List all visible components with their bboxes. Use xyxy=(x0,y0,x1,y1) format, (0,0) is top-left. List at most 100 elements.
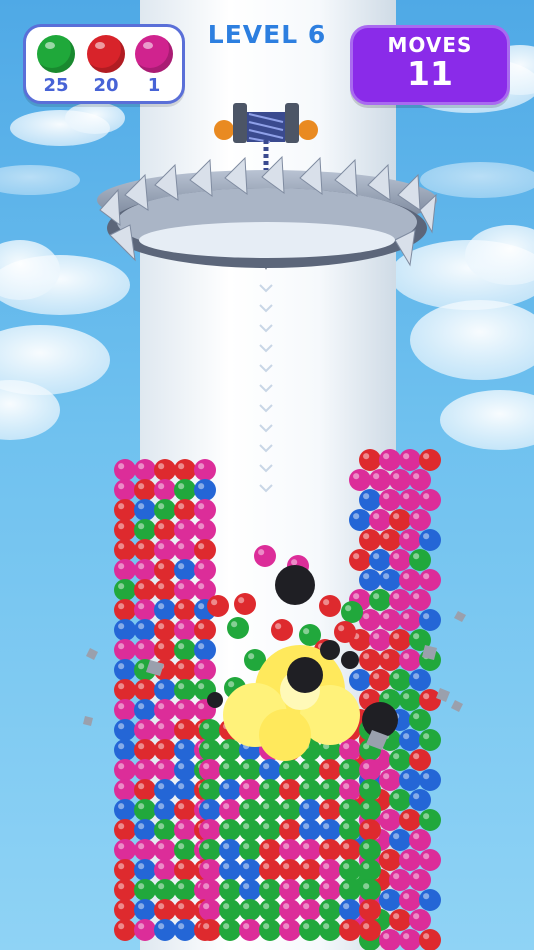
ball-highlight xyxy=(263,883,270,890)
ball-highlight xyxy=(138,923,145,930)
ball xyxy=(279,879,301,901)
ball xyxy=(279,859,301,881)
ball xyxy=(359,449,381,471)
ball xyxy=(154,679,176,701)
ball xyxy=(409,749,431,771)
ball-highlight xyxy=(343,923,350,930)
ball-highlight xyxy=(158,743,165,750)
ball-highlight xyxy=(138,583,145,590)
goal-red-count: 20 xyxy=(93,75,119,96)
ball-highlight xyxy=(323,823,330,830)
ball-highlight xyxy=(243,763,250,770)
ball xyxy=(114,559,136,581)
ball xyxy=(154,579,176,601)
ball-highlight xyxy=(383,933,390,940)
ball-highlight xyxy=(363,823,370,830)
ball xyxy=(419,889,441,911)
ball xyxy=(409,469,431,491)
ball-highlight xyxy=(353,553,360,560)
ball-highlight xyxy=(343,843,350,850)
ball xyxy=(299,819,321,841)
ball-highlight xyxy=(393,633,400,640)
ball xyxy=(239,799,261,821)
ball xyxy=(369,669,391,691)
ball xyxy=(134,579,156,601)
ball-highlight xyxy=(118,503,125,510)
ball-highlight xyxy=(228,681,235,688)
ball xyxy=(154,699,176,721)
game-scene[interactable] xyxy=(0,0,534,950)
ball xyxy=(154,619,176,641)
ball xyxy=(174,899,196,921)
ball xyxy=(279,819,301,841)
ball-highlight xyxy=(423,693,430,700)
ball xyxy=(419,529,441,551)
ball xyxy=(409,509,431,531)
ball xyxy=(174,719,196,741)
ball xyxy=(379,849,401,871)
ball-highlight xyxy=(158,503,165,510)
green-ball-icon xyxy=(37,35,75,73)
ball-highlight xyxy=(413,753,420,760)
ball-highlight xyxy=(263,803,270,810)
ball-highlight xyxy=(393,833,400,840)
ball-highlight xyxy=(243,863,250,870)
ball xyxy=(419,449,441,471)
ball xyxy=(379,449,401,471)
ball-highlight xyxy=(198,463,205,470)
ball-highlight xyxy=(223,783,230,790)
ball xyxy=(174,739,196,761)
ball-highlight xyxy=(303,803,310,810)
moves-counter: MOVES 11 xyxy=(350,25,510,105)
ball-highlight xyxy=(303,628,310,635)
ball xyxy=(379,769,401,791)
ball-highlight xyxy=(393,753,400,760)
ball-highlight xyxy=(158,483,165,490)
ball xyxy=(154,519,176,541)
ball xyxy=(219,819,241,841)
ball xyxy=(419,489,441,511)
ball xyxy=(219,839,241,861)
ball xyxy=(359,919,381,941)
ball-highlight xyxy=(403,773,410,780)
ball-highlight xyxy=(118,903,125,910)
ball xyxy=(369,549,391,571)
ball xyxy=(409,789,431,811)
ball-highlight xyxy=(248,653,255,660)
ball xyxy=(154,459,176,481)
ball xyxy=(174,839,196,861)
ball-highlight xyxy=(403,533,410,540)
ball xyxy=(114,899,136,921)
ball xyxy=(114,699,136,721)
ball xyxy=(174,539,196,561)
ball-highlight xyxy=(353,513,360,520)
ball xyxy=(174,479,196,501)
ball xyxy=(279,799,301,821)
ball-highlight xyxy=(118,703,125,710)
ball xyxy=(339,759,361,781)
ball xyxy=(134,519,156,541)
ball xyxy=(419,609,441,631)
ball-highlight xyxy=(138,683,145,690)
ball xyxy=(349,669,371,691)
ball-highlight xyxy=(423,813,430,820)
ball xyxy=(299,799,321,821)
ball xyxy=(341,601,363,623)
ball-highlight xyxy=(198,483,205,490)
ball-highlight xyxy=(363,903,370,910)
ball xyxy=(239,779,261,801)
ball xyxy=(389,789,411,811)
ball-highlight xyxy=(203,743,210,750)
ball xyxy=(134,839,156,861)
ball xyxy=(114,639,136,661)
ball xyxy=(234,593,256,615)
ball xyxy=(134,779,156,801)
ball-highlight xyxy=(118,523,125,530)
ball xyxy=(114,519,136,541)
ball-highlight xyxy=(323,923,330,930)
ball-highlight xyxy=(158,523,165,530)
ball xyxy=(349,549,371,571)
ball xyxy=(319,879,341,901)
ball-highlight xyxy=(283,803,290,810)
ball-highlight xyxy=(343,903,350,910)
